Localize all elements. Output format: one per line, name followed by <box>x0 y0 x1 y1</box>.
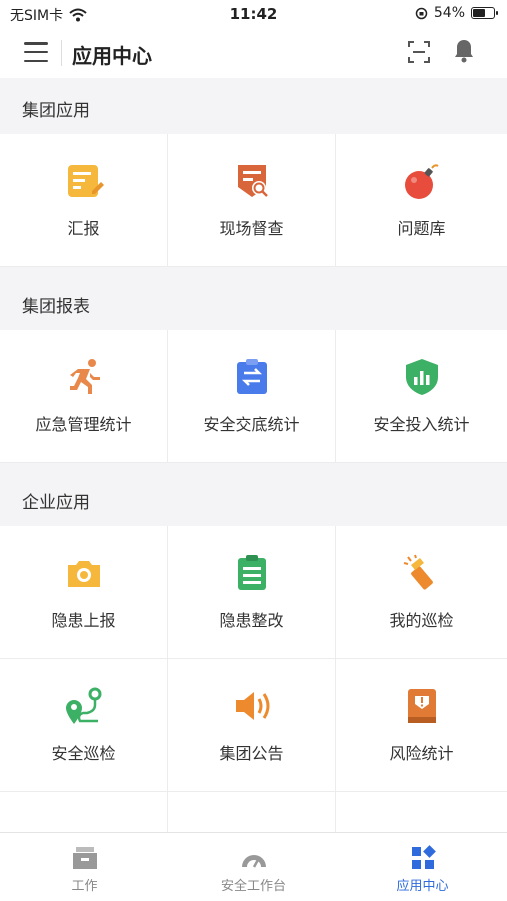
clipboard-exchange-icon <box>236 359 267 394</box>
app-label: 风险统计 <box>389 744 454 763</box>
report-icon <box>67 165 104 197</box>
app-tile-safety-patrol[interactable]: 安全巡检 <box>0 659 168 792</box>
app-grid-icon <box>411 845 436 869</box>
app-tile-report[interactable]: 汇报 <box>0 134 168 267</box>
app-label: 汇报 <box>67 219 100 238</box>
app-label: 问题库 <box>397 219 446 238</box>
app-tile-hazard-report[interactable]: 隐患上报 <box>0 526 168 659</box>
route-pin-icon <box>65 687 101 724</box>
tab-safety-workbench[interactable]: 安全工作台 <box>169 833 338 901</box>
app-tile-partial[interactable] <box>0 792 168 832</box>
app-tile-safety-briefing-stats[interactable]: 安全交底统计 <box>168 330 336 463</box>
app-tile-safety-investment-stats[interactable]: 安全投入统计 <box>336 330 507 463</box>
status-bar: 无SIM卡 11:42 54% <box>0 0 507 28</box>
enterprise-apps-grid: 隐患上报 隐患整改 我的巡检 安全巡检 集团公告 风险统计 <box>0 526 507 832</box>
tab-label: 应用中心 <box>396 879 449 894</box>
bomb-icon <box>404 164 439 199</box>
app-tile-issue-library[interactable]: 问题库 <box>336 134 507 267</box>
app-label: 现场督查 <box>219 219 284 238</box>
scan-icon[interactable] <box>407 40 431 64</box>
tab-work[interactable]: 工作 <box>0 833 169 901</box>
app-label: 隐患整改 <box>219 611 284 630</box>
running-person-icon <box>69 359 100 394</box>
app-label: 应急管理统计 <box>35 415 132 434</box>
app-tile-partial[interactable] <box>168 792 336 832</box>
app-label: 安全投入统计 <box>373 415 470 434</box>
flashlight-icon <box>403 554 433 590</box>
nav-bar: 应用中心 <box>0 28 507 78</box>
app-tile-group-announcement[interactable]: 集团公告 <box>168 659 336 792</box>
app-tile-my-patrol[interactable]: 我的巡检 <box>336 526 507 659</box>
gauge-icon <box>241 855 266 868</box>
speaker-icon <box>235 692 269 720</box>
orientation-lock-icon <box>415 7 428 19</box>
shield-chart-icon <box>405 359 438 395</box>
page-title: 应用中心 <box>72 44 152 68</box>
app-label: 集团公告 <box>219 744 284 763</box>
tab-label: 工作 <box>71 879 98 894</box>
inbox-tray-icon <box>72 847 97 869</box>
app-label: 安全巡检 <box>51 744 116 763</box>
group-apps-grid: 汇报 现场督查 问题库 <box>0 134 507 267</box>
app-tile-site-inspection[interactable]: 现场督查 <box>168 134 336 267</box>
tab-app-center[interactable]: 应用中心 <box>338 833 507 901</box>
app-label: 隐患上报 <box>51 611 116 630</box>
section-title-enterprise-apps: 企业应用 <box>22 493 90 513</box>
tab-label: 安全工作台 <box>220 879 286 894</box>
app-tile-emergency-stats[interactable]: 应急管理统计 <box>0 330 168 463</box>
app-tile-risk-stats[interactable]: 风险统计 <box>336 659 507 792</box>
warning-book-icon <box>407 689 436 723</box>
group-reports-grid: 应急管理统计 安全交底统计 安全投入统计 <box>0 330 507 463</box>
app-label: 我的巡检 <box>389 611 454 630</box>
section-title-group-apps: 集团应用 <box>22 101 90 121</box>
battery-percent: 54% <box>433 5 465 21</box>
camera-icon <box>67 561 100 587</box>
menu-icon[interactable] <box>24 42 48 62</box>
section-title-group-reports: 集团报表 <box>22 297 90 317</box>
divider <box>61 40 62 66</box>
inspection-badge-icon <box>237 165 268 197</box>
bell-icon[interactable] <box>453 38 475 64</box>
app-label: 安全交底统计 <box>203 415 300 434</box>
app-tile-hazard-rectification[interactable]: 隐患整改 <box>168 526 336 659</box>
battery-icon <box>471 7 498 19</box>
checklist-icon <box>237 555 266 590</box>
app-tile-partial[interactable] <box>336 792 507 832</box>
tab-bar: 工作 安全工作台 应用中心 <box>0 832 507 901</box>
